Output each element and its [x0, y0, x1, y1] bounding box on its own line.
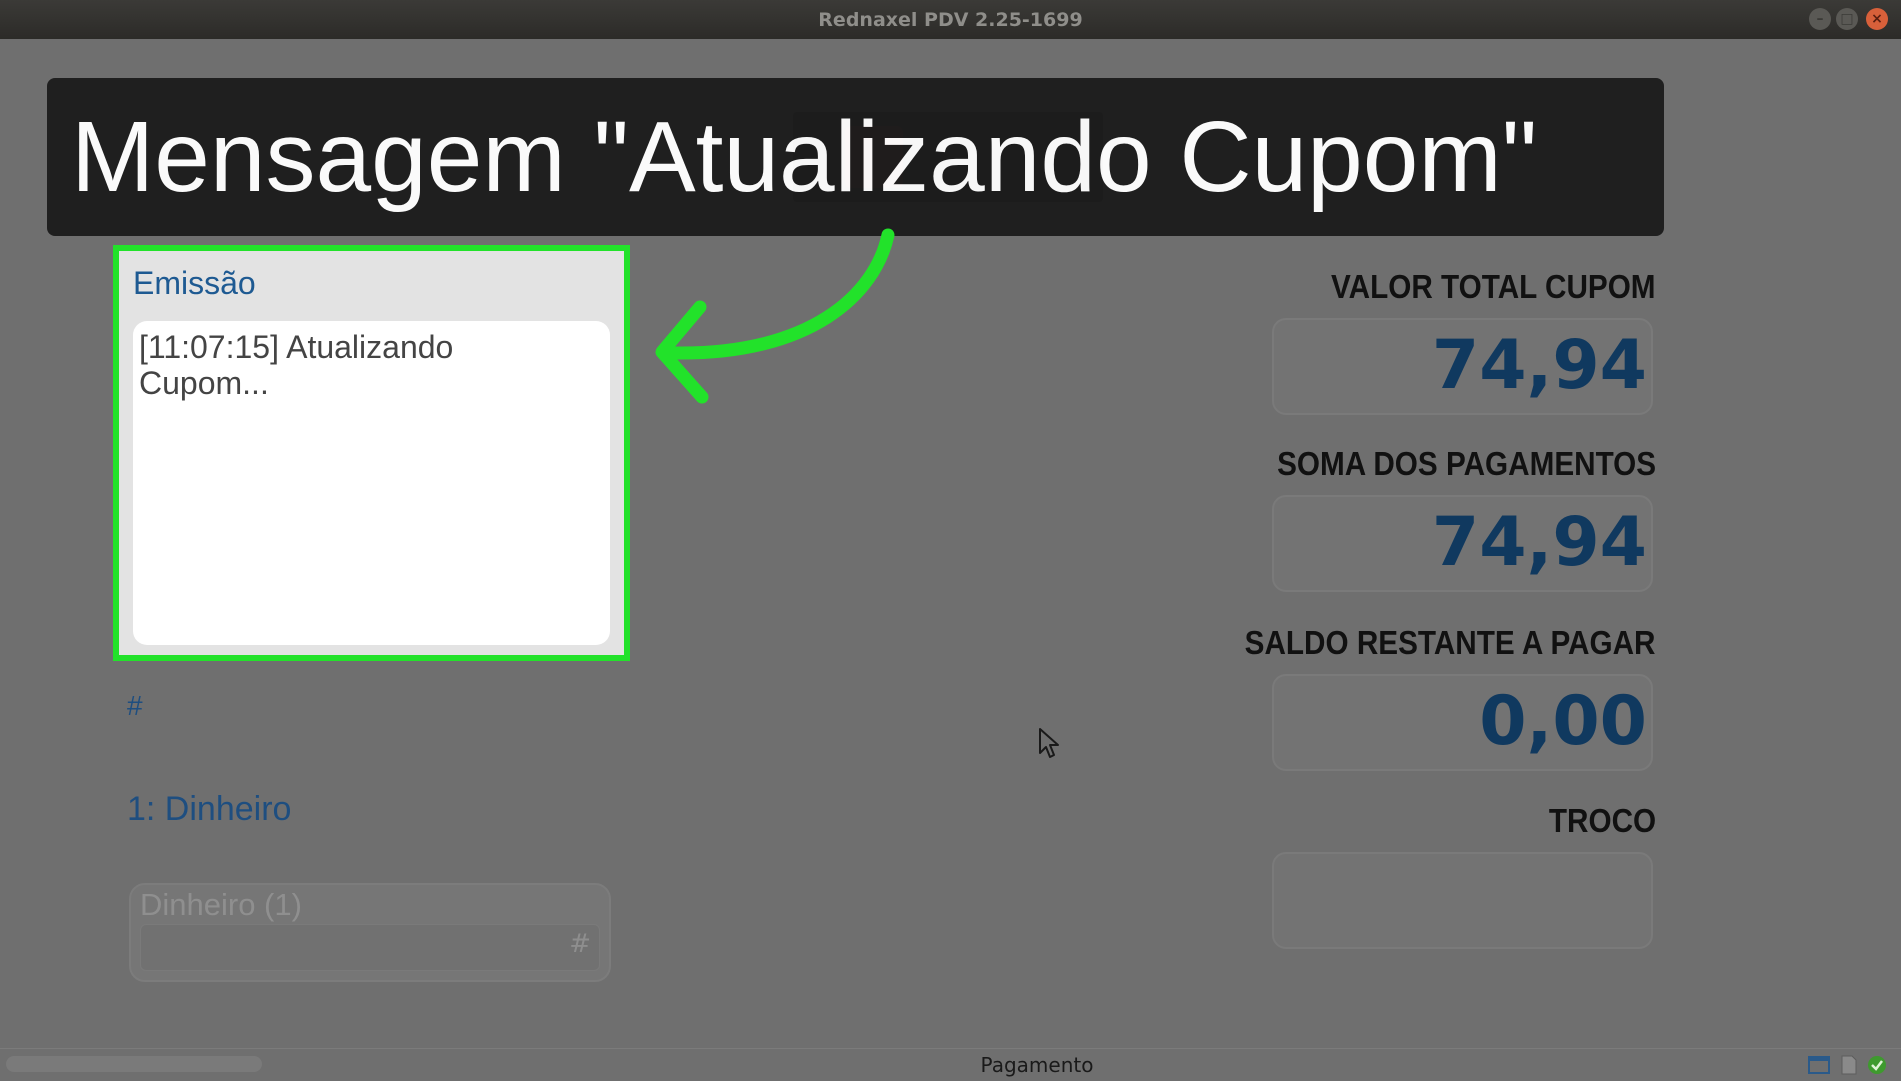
close-button[interactable]: × — [1866, 8, 1888, 30]
cash-payment-group: Dinheiro (1) # — [129, 883, 611, 982]
document-icon — [1841, 1055, 1857, 1075]
maximize-button[interactable]: □ — [1836, 8, 1858, 30]
change-label: TROCO — [1548, 802, 1656, 839]
remaining-label: SALDO RESTANTE A PAGAR — [1245, 624, 1656, 661]
sum-box: 74,94 — [1272, 495, 1653, 592]
payment-list-header: # — [127, 690, 143, 721]
cash-amount-input[interactable]: # — [140, 924, 600, 971]
emission-panel: Emissão [11:07:15] Atualizando Cupom... — [113, 245, 630, 661]
total-box: 74,94 — [1272, 318, 1653, 415]
status-bar: Pagamento — [0, 1048, 1901, 1081]
tutorial-caption: Mensagem "Atualizando Cupom" — [47, 78, 1664, 236]
log-line: [11:07:15] Atualizando — [139, 329, 454, 365]
emission-log: [11:07:15] Atualizando Cupom... — [133, 321, 610, 645]
window-icon — [1808, 1056, 1830, 1074]
total-label: VALOR TOTAL CUPOM — [1331, 268, 1656, 305]
sum-label: SOMA DOS PAGAMENTOS — [1277, 445, 1656, 482]
cash-field-hash: # — [569, 929, 591, 959]
remaining-value: 0,00 — [1479, 682, 1647, 761]
cash-label: Dinheiro (1) — [140, 887, 302, 922]
check-icon — [1868, 1056, 1886, 1074]
change-box — [1272, 852, 1653, 949]
pointer-arrow-icon — [655, 228, 895, 404]
payment-method-item[interactable]: 1: Dinheiro — [127, 790, 291, 829]
log-line: Cupom... — [139, 365, 269, 401]
total-value: 74,94 — [1431, 326, 1647, 405]
emission-label: Emissão — [133, 265, 256, 301]
window-title: Rednaxel PDV 2.25-1699 — [818, 8, 1083, 31]
status-text: Pagamento — [980, 1053, 1094, 1077]
title-bar: Rednaxel PDV 2.25-1699 – □ × — [0, 0, 1901, 39]
mouse-cursor-icon — [1039, 728, 1059, 758]
sum-value: 74,94 — [1431, 503, 1647, 582]
minimize-button[interactable]: – — [1809, 8, 1831, 30]
remaining-box: 0,00 — [1272, 674, 1653, 771]
